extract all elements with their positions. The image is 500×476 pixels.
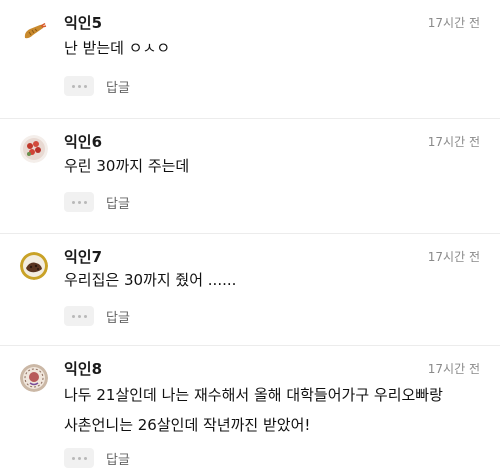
- more-options-button[interactable]: [64, 448, 94, 468]
- comment-body: 나두 21살인데 나는 재수해서 올해 대학들어가구 우리오빠랑 사촌언니는 2…: [64, 380, 443, 440]
- dot-icon: [83, 456, 87, 460]
- comment-item: 익인6 17시간 전 우린 30까지 주는데 답글: [0, 119, 500, 234]
- comment-thread: 익인5 17시간 전 난 받는데 ㅇㅅㅇ 답글 익인6 17시간 전 우린 30…: [0, 0, 500, 475]
- comment-item: 익인5 17시간 전 난 받는데 ㅇㅅㅇ 답글: [0, 0, 500, 119]
- comment-author[interactable]: 익인7: [64, 246, 102, 267]
- comment-time: 17시간 전: [427, 250, 480, 264]
- dot-icon: [83, 314, 87, 318]
- dot-icon: [83, 84, 87, 88]
- comment-line: 사촌언니는 26살인데 작년까진 받았어!: [64, 416, 311, 434]
- dot-icon: [77, 84, 81, 88]
- more-options-button[interactable]: [64, 306, 94, 326]
- more-options-button[interactable]: [64, 192, 94, 212]
- comment-actions: 답글: [64, 306, 130, 326]
- comment-body: 우린 30까지 주는데: [64, 152, 189, 180]
- comment-actions: 답글: [64, 76, 130, 96]
- comment-line: 우리집은 30까지 줬어 ......: [64, 271, 237, 289]
- comment-line: 우린 30까지 주는데: [64, 157, 190, 175]
- comment-author[interactable]: 익인5: [64, 12, 102, 33]
- dot-icon: [77, 314, 81, 318]
- comment-time: 17시간 전: [427, 16, 480, 30]
- reply-button[interactable]: 답글: [106, 77, 130, 96]
- more-options-button[interactable]: [64, 76, 94, 96]
- comment-time: 17시간 전: [427, 135, 480, 149]
- comment-actions: 답글: [64, 448, 130, 468]
- reply-button[interactable]: 답글: [106, 193, 130, 212]
- comment-author[interactable]: 익인8: [64, 358, 102, 379]
- berry-wreath-icon[interactable]: [20, 135, 48, 163]
- cookie-plate-icon[interactable]: [20, 252, 48, 280]
- dot-icon: [83, 200, 87, 204]
- dot-icon: [71, 456, 75, 460]
- reply-button[interactable]: 답글: [106, 307, 130, 326]
- comment-time: 17시간 전: [427, 362, 480, 376]
- comment-item: 익인8 17시간 전 나두 21살인데 나는 재수해서 올해 대학들어가구 우리…: [0, 346, 500, 476]
- comment-item: 익인7 17시간 전 우리집은 30까지 줬어 ...... 답글: [0, 234, 500, 346]
- sticker-seal-icon[interactable]: [20, 364, 48, 392]
- comment-body: 난 받는데 ㅇㅅㅇ: [64, 34, 170, 62]
- comment-line: 난 받는데 ㅇㅅㅇ: [64, 39, 171, 57]
- comment-line: 나두 21살인데 나는 재수해서 올해 대학들어가구 우리오빠랑: [64, 386, 443, 404]
- comment-body: 우리집은 30까지 줬어 ......: [64, 266, 236, 294]
- dot-icon: [71, 200, 75, 204]
- dot-icon: [71, 314, 75, 318]
- dot-icon: [77, 456, 81, 460]
- dot-icon: [71, 84, 75, 88]
- comment-actions: 답글: [64, 192, 130, 212]
- dot-icon: [77, 200, 81, 204]
- reply-button[interactable]: 답글: [106, 449, 130, 468]
- comment-author[interactable]: 익인6: [64, 131, 102, 152]
- fried-shrimp-icon[interactable]: [20, 18, 48, 46]
